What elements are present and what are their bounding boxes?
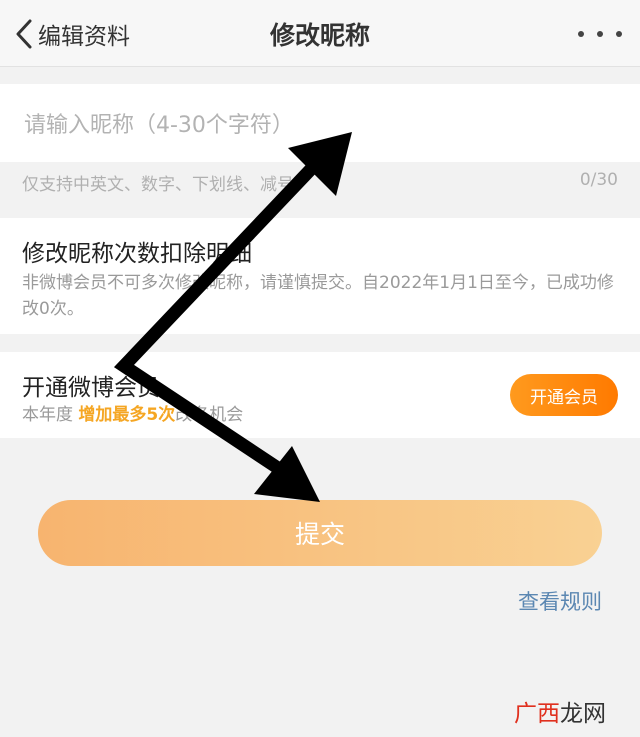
vip-card: 开通微博会员 本年度 增加最多5次改名机会 开通会员 <box>0 352 640 438</box>
open-vip-button[interactable]: 开通会员 <box>510 374 618 416</box>
vip-title: 开通微博会员 <box>22 375 160 401</box>
vip-desc-suffix: 改名机会 <box>175 405 244 425</box>
deduct-detail-card[interactable]: 修改昵称次数扣除明细 非微博会员不可多次修改昵称，请谨慎提交。自2022年1月1… <box>0 218 640 334</box>
vip-desc-highlight: 增加最多5次 <box>78 405 176 425</box>
vip-desc-prefix: 本年度 <box>22 405 73 425</box>
watermark-part2: 龙网 <box>560 701 606 727</box>
more-dot <box>616 31 622 37</box>
more-dot <box>578 31 584 37</box>
more-dot <box>597 31 603 37</box>
deduct-title: 修改昵称次数扣除明细 <box>22 241 252 267</box>
view-rules-link[interactable]: 查看规则 <box>518 586 602 616</box>
watermark-part1: 广西 <box>514 701 560 727</box>
vip-description: 本年度 增加最多5次改名机会 <box>22 400 243 425</box>
nav-header: 编辑资料 修改昵称 <box>0 0 640 67</box>
arrow-head-down-icon <box>254 446 320 502</box>
deduct-description: 非微博会员不可多次修改昵称，请谨慎提交。自2022年1月1日至今，已成功修改0次… <box>22 273 614 319</box>
submit-button[interactable]: 提交 <box>38 500 602 566</box>
input-hint: 仅支持中英文、数字、下划线、减号 <box>22 175 294 195</box>
watermark: 广西龙网 <box>514 694 606 728</box>
input-hint-row: 仅支持中英文、数字、下划线、减号 0/30 <box>22 170 618 195</box>
nickname-input-card <box>0 84 640 162</box>
char-counter: 0/30 <box>579 170 618 190</box>
more-options-icon[interactable] <box>578 20 622 48</box>
nickname-input[interactable] <box>22 102 616 148</box>
page-title: 修改昵称 <box>269 21 370 50</box>
